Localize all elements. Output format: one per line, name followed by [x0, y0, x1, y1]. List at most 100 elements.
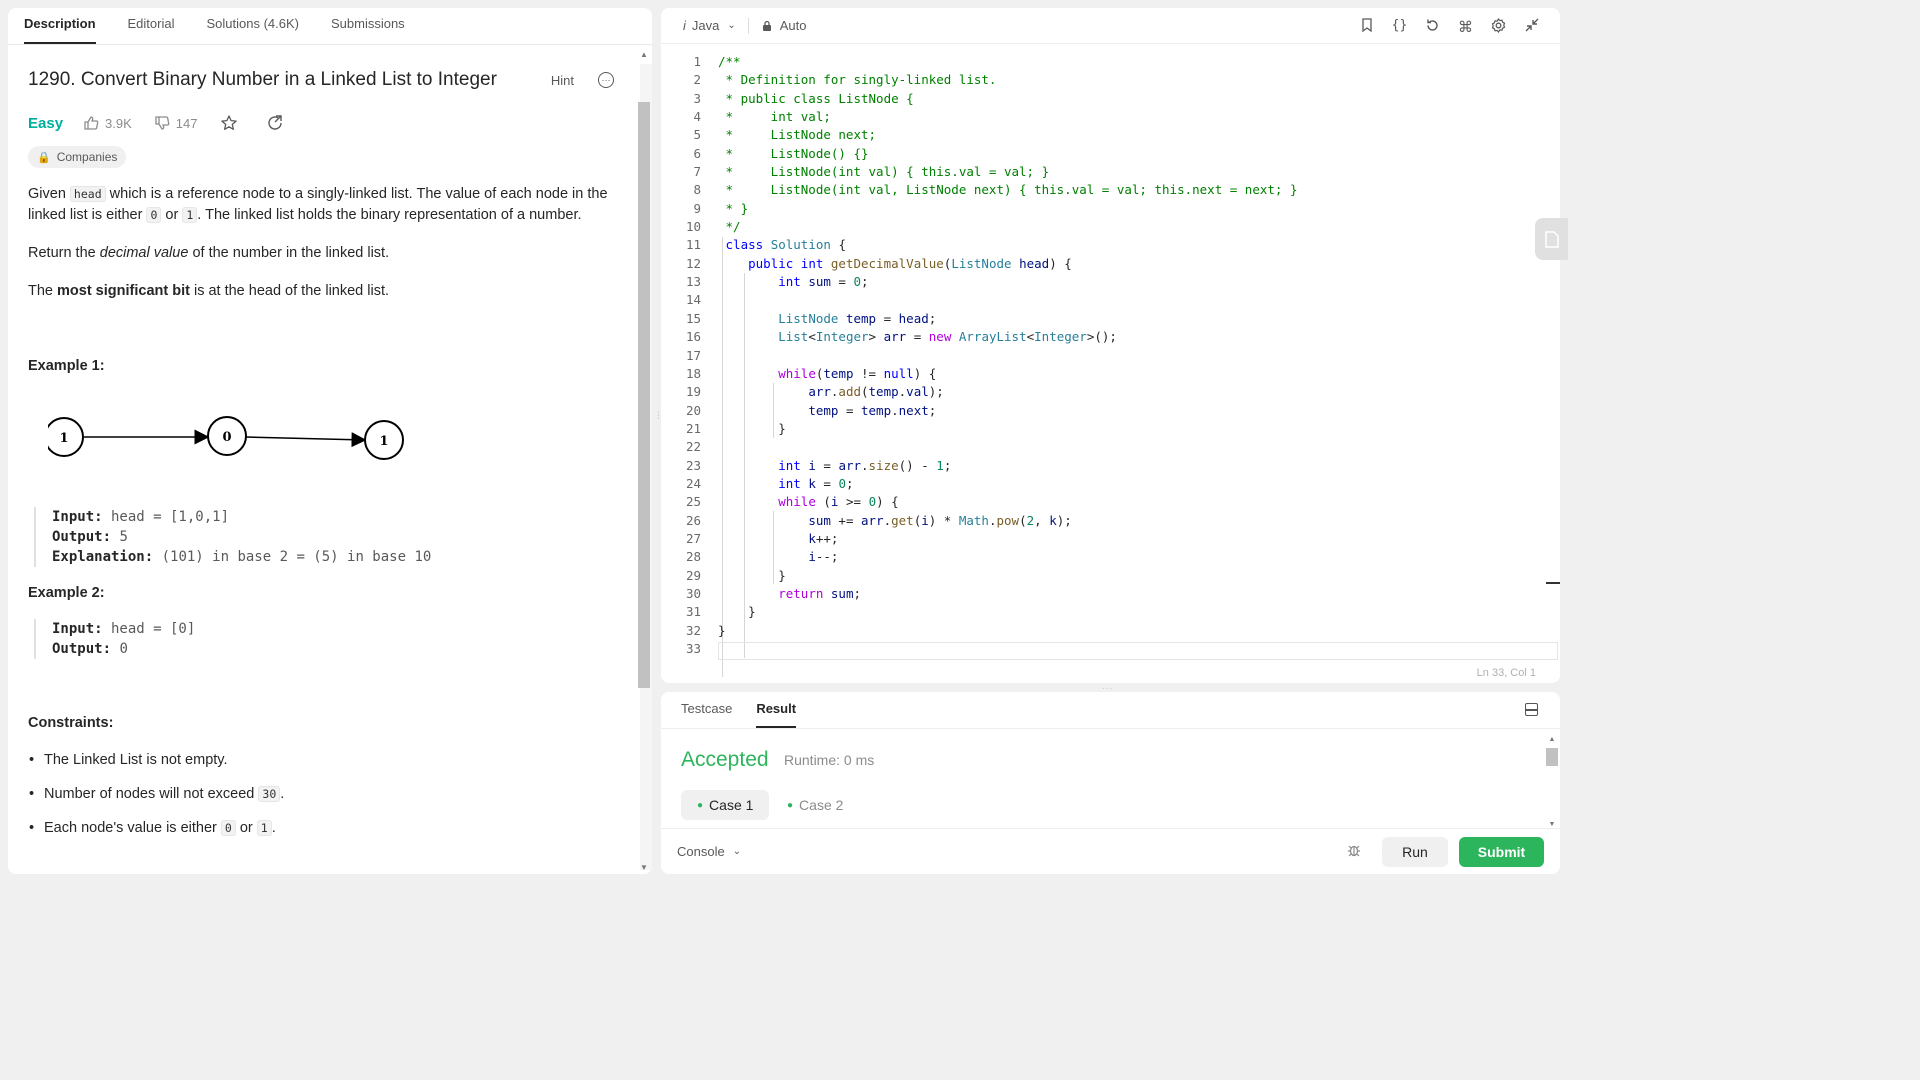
input-label: Input: [52, 621, 103, 637]
case-1-tab[interactable]: ● Case 1 [681, 790, 770, 820]
desc-text: of the number in the linked list. [188, 245, 390, 261]
constraint-text: . [271, 820, 276, 836]
code-line: 7 * ListNode(int val) { this.val = val; … [661, 163, 1546, 181]
code-line: 2 * Definition for singly-linked list. [661, 71, 1546, 89]
desc-text: is at the head of the linked list. [189, 283, 390, 299]
tab-solutions[interactable]: Solutions (4.6K) [206, 16, 299, 44]
line-number: 27 [685, 530, 701, 546]
favorite-button[interactable] [220, 114, 244, 132]
input-label: Input: [52, 509, 103, 525]
submit-button[interactable]: Submit [1459, 836, 1544, 867]
scrollbar-thumb[interactable] [1546, 748, 1558, 766]
result-tabs: Testcase Result [661, 692, 1560, 729]
tab-testcase[interactable]: Testcase [681, 701, 732, 728]
desc-text: Return the [28, 245, 100, 261]
like-count: 3.9K [105, 115, 132, 131]
case-2-tab[interactable]: ● Case 2 [771, 790, 859, 820]
gear-icon[interactable] [1490, 18, 1507, 36]
constraints-list: The Linked List is not empty. Number of … [28, 750, 618, 839]
line-number: 24 [685, 475, 701, 491]
line-number: 11 [685, 237, 701, 253]
line-number: 25 [685, 494, 701, 510]
line-number: 4 [693, 109, 701, 125]
code-line: 16 List<Integer> arr = new ArrayList<Int… [661, 328, 1546, 346]
scroll-up-icon[interactable]: ▲ [639, 50, 649, 59]
line-number: 10 [685, 219, 701, 235]
pass-dot-icon: ● [697, 799, 704, 811]
action-bar: Console ⌄ Run Submit [661, 828, 1560, 874]
dislike-count: 147 [175, 115, 198, 131]
tab-result[interactable]: Result [756, 701, 797, 728]
scroll-up-icon[interactable]: ▲ [1546, 736, 1558, 743]
thumbs-down-icon [155, 116, 170, 130]
pass-dot-icon: ● [787, 799, 794, 811]
console-toggle[interactable]: Console ⌄ [677, 844, 741, 859]
share-button[interactable] [266, 114, 290, 132]
dislike-button[interactable]: 147 [154, 115, 198, 131]
code-area[interactable]: 1/** 2 * Definition for singly-linked li… [661, 53, 1558, 677]
hint-button[interactable]: Hint [551, 73, 574, 88]
like-button[interactable]: 3.9K [83, 115, 132, 131]
document-icon [1544, 230, 1559, 248]
tab-editorial[interactable]: Editorial [128, 16, 175, 44]
scrollbar-thumb[interactable] [638, 102, 650, 688]
example-1-linked-list-diagram: 1 0 1 [48, 416, 404, 460]
auto-mode-toggle[interactable]: Auto [761, 18, 807, 33]
code-line: 27 k++; [661, 530, 1546, 548]
code-line: 23 int i = arr.size() - 1; [661, 457, 1546, 475]
more-options-icon[interactable]: ··· [598, 72, 614, 88]
code-line: 28 i--; [661, 548, 1546, 566]
lock-icon [762, 20, 771, 31]
line-number: 6 [693, 145, 701, 161]
desc-text: . The linked list holds the binary repre… [197, 207, 582, 223]
result-scrollbar[interactable]: ▲ ▼ [1546, 736, 1558, 828]
editor-scrollbar[interactable] [1546, 44, 1560, 654]
companies-tag[interactable]: 🔒 Companies [28, 146, 127, 168]
cursor-position: Ln 33, Col 1 [1476, 667, 1536, 679]
braces-icon[interactable]: {} [1391, 18, 1408, 36]
layout-icon[interactable] [1525, 703, 1538, 716]
code-line: 24 int k = 0; [661, 475, 1546, 493]
tab-description[interactable]: Description [24, 16, 96, 44]
debug-icon[interactable] [1346, 842, 1362, 861]
run-button[interactable]: Run [1382, 836, 1448, 867]
code-line: 1/** [661, 53, 1546, 71]
collapse-icon[interactable] [1523, 18, 1540, 36]
line-number: 33 [685, 641, 701, 656]
explanation-value: (101) in base 2 = (5) in base 10 [153, 549, 432, 565]
inline-code: 0 [220, 820, 236, 836]
code-line: 14 [661, 291, 1546, 309]
explanation-label: Explanation: [52, 549, 154, 565]
output-label: Output: [52, 641, 112, 657]
code-line: 5 * ListNode next; [661, 126, 1546, 144]
tab-submissions[interactable]: Submissions [331, 16, 405, 44]
line-number: 3 [693, 90, 701, 106]
description-paragraph-3: The most significant bit is at the head … [28, 281, 618, 302]
line-number: 5 [693, 127, 701, 143]
lock-icon: 🔒 [37, 151, 51, 164]
command-icon[interactable]: ⌘ [1457, 18, 1474, 36]
scroll-down-icon[interactable]: ▼ [639, 863, 649, 872]
line-number: 14 [685, 292, 701, 308]
scroll-down-icon[interactable]: ▼ [1546, 821, 1558, 828]
description-paragraph-2: Return the decimal value of the number i… [28, 243, 618, 264]
problem-scrollbar[interactable]: ▲ ▼ [636, 48, 652, 874]
language-label: Java [691, 18, 720, 33]
line-number: 26 [685, 512, 701, 528]
input-value: head = [1,0,1] [102, 509, 230, 525]
notes-side-button[interactable] [1535, 218, 1568, 260]
constraint-text: Number of nodes will not exceed [44, 786, 259, 802]
divider [747, 17, 749, 34]
code-line: 17 [661, 347, 1546, 365]
case-label: Case 2 [799, 797, 844, 813]
reset-icon[interactable] [1424, 18, 1441, 36]
line-number: 7 [693, 164, 701, 180]
result-panel: Testcase Result Accepted Runtime: 0 ms ●… [661, 692, 1560, 874]
line-number: 2 [693, 72, 701, 88]
arrow-2 [245, 432, 367, 448]
code-line: 4 * int val; [661, 108, 1546, 126]
inline-code: 0 [146, 207, 162, 223]
language-selector[interactable]: i Java ⌄ [683, 18, 736, 33]
bookmark-icon[interactable] [1358, 18, 1375, 36]
star-icon [220, 115, 237, 130]
